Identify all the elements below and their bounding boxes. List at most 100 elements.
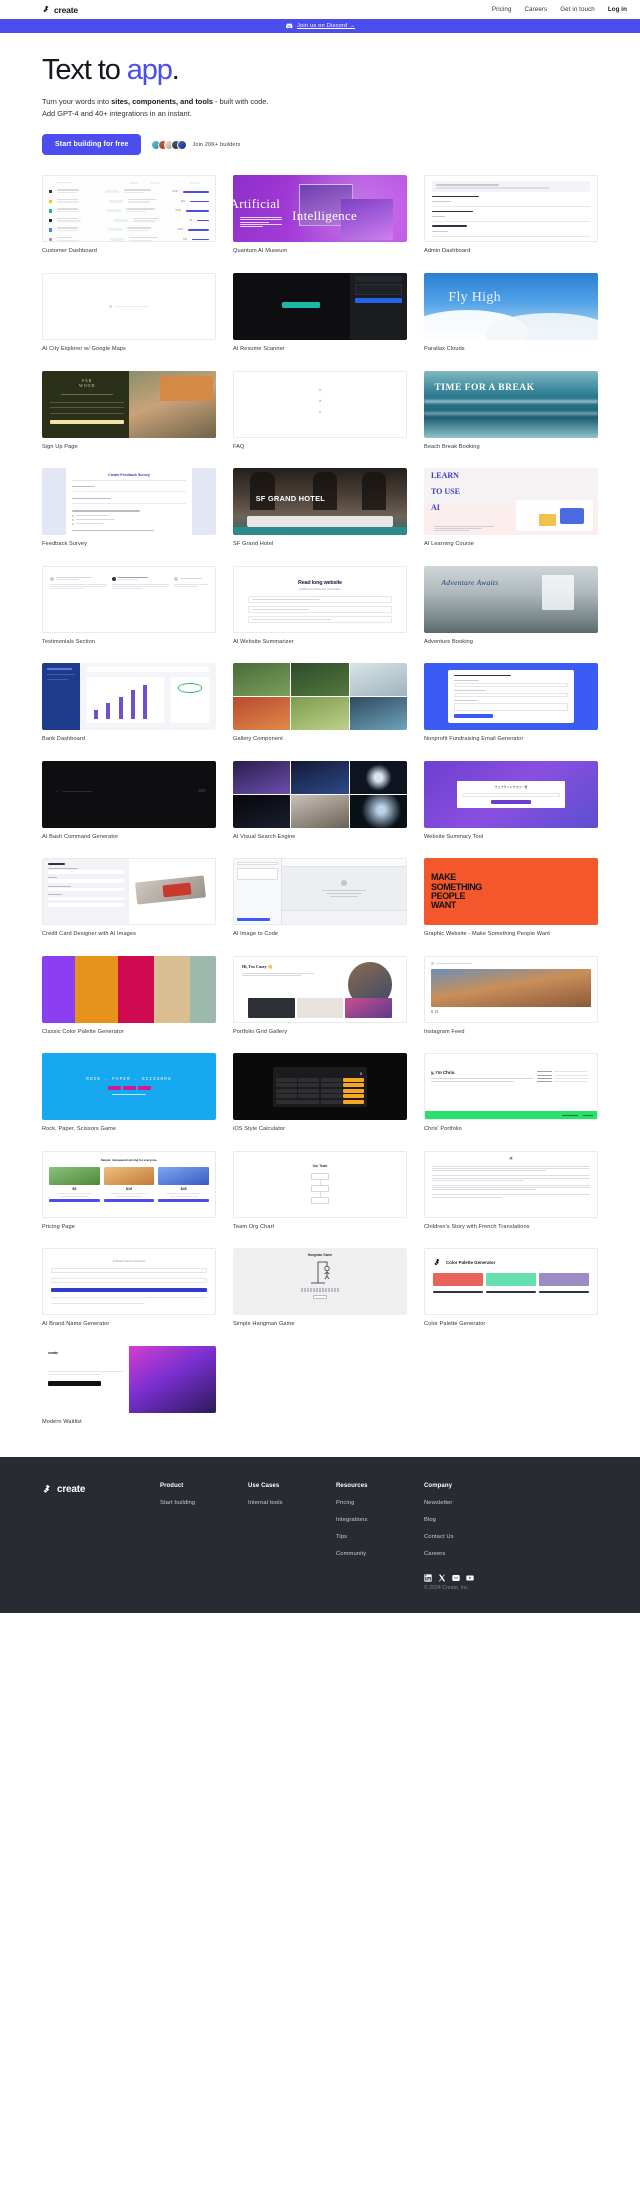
hero-subtitle: Turn your words into sites, components, … xyxy=(42,96,332,120)
card-thumbnail: create xyxy=(42,1345,216,1413)
gallery-card[interactable]: Hi, I'm Casey 👋 Portfolio Grid Gallery xyxy=(233,955,407,1037)
hero-subtitle-line2: Add GPT-4 and 40+ integrations in an ins… xyxy=(42,109,192,119)
thumb-art-color-palette-gen: Color Palette Generator xyxy=(425,1249,597,1315)
thumb-art-org-chart: Our Team xyxy=(234,1151,406,1217)
gallery-card[interactable]: Simple, transparent pricing for everyone… xyxy=(42,1150,216,1232)
footer-link-newsletter[interactable]: Newsletter xyxy=(424,1500,512,1506)
card-thumbnail: Fly High xyxy=(424,272,598,340)
gallery-card[interactable]: Bank Dashboard xyxy=(42,663,216,744)
gallery-card[interactable]: Classic Color Palette Generator xyxy=(42,955,216,1037)
gallery-card[interactable]: Testimonials Section xyxy=(42,565,216,647)
footer-copyright: © 2024 Create, Inc. xyxy=(424,1584,470,1591)
gallery-card[interactable]: FAQ xyxy=(233,370,407,452)
linkedin-icon[interactable] xyxy=(424,1569,432,1582)
footer-link-tips[interactable]: Tips xyxy=(336,1534,424,1540)
gallery-card[interactable]: ウェブサイトサマリー君 Website Summary Tool xyxy=(424,760,598,842)
thumb-text-palette-gen-title: Color Palette Generator xyxy=(446,1260,496,1266)
card-thumbnail: Artificial Intelligence xyxy=(233,175,407,243)
card-thumbnail: Hangman Game xyxy=(233,1248,407,1316)
gallery-card[interactable]: Gallery Component xyxy=(233,663,407,744)
card-label: Beach Break Booking xyxy=(424,443,480,450)
gallery-card[interactable]: ROCK . PAPER . SCISSORS Rock, Paper, Sci… xyxy=(42,1053,216,1134)
gallery-card[interactable]: ☀ Children's Story with French Translati… xyxy=(424,1150,598,1232)
nav-link-get-in-touch[interactable]: Get in touch xyxy=(560,6,595,13)
thumb-text-jp-title: ウェブサイトサマリー君 xyxy=(494,784,528,789)
avatar xyxy=(177,139,188,150)
gallery-card[interactable]: create Modern Waitlist xyxy=(42,1345,216,1427)
gallery-card[interactable]: Fly High Parallax Clouds xyxy=(424,272,598,354)
gallery-card[interactable]: 0 iOS Style Calculator xyxy=(233,1053,407,1134)
footer-link-internal-tools[interactable]: Internal tools xyxy=(248,1500,336,1506)
card-label: Credit Card Designer with AI Images xyxy=(42,931,136,938)
gallery-card[interactable]: Our Team Team Org Chart xyxy=(233,1150,407,1232)
gallery-card[interactable]: Artificial Intelligence Quantum AI Museu… xyxy=(233,175,407,256)
card-thumbnail: AI Brand Name Generator xyxy=(42,1248,216,1316)
gallery-card[interactable]: Nonprofit Fundraising Email Generator xyxy=(424,663,598,744)
card-label: iOS Style Calculator xyxy=(233,1126,286,1133)
thumb-text-hangman-title: Hangman Game xyxy=(307,1253,333,1258)
footer-link-integrations[interactable]: Integrations xyxy=(336,1517,424,1523)
card-thumbnail: y, I'm Chris. xyxy=(424,1053,598,1121)
gallery-card[interactable]: AI Brand Name Generator AI Brand Name Ge… xyxy=(42,1248,216,1329)
card-label: Customer Dashboard xyxy=(42,248,97,255)
brand-logo[interactable]: create xyxy=(42,5,78,15)
nav-link-pricing[interactable]: Pricing xyxy=(492,6,512,13)
card-thumbnail xyxy=(424,175,598,243)
thumb-text-price-2: $19 xyxy=(126,1186,132,1191)
footer-link-blog[interactable]: Blog xyxy=(424,1517,512,1523)
discord-announcement-label: Join us on Discord → xyxy=(296,23,356,29)
gallery-card[interactable]: SF GRAND HOTEL SF Grand Hotel xyxy=(233,468,407,549)
card-label: AI Website Summarizer xyxy=(233,638,294,645)
gallery-card[interactable]: MAKE SOMETHING PEOPLE WANT Graphic Websi… xyxy=(424,858,598,939)
thumb-text-intelligence: Intelligence xyxy=(292,207,358,223)
thumb-text-feedback-title: Create Feedback Survey xyxy=(72,473,186,482)
nav-link-login[interactable]: Log in xyxy=(608,6,627,13)
thumb-art-dark-scanner xyxy=(233,272,407,340)
footer-link-contact-us[interactable]: Contact Us xyxy=(424,1534,512,1540)
thumb-text-learn-1: LEARN xyxy=(430,470,459,480)
card-label: Simple Hangman Game xyxy=(233,1321,295,1328)
thumb-art-read-long-website: Read long website Quickly summarize any … xyxy=(234,566,406,632)
card-label: AI Visual Search Engine xyxy=(233,833,296,840)
footer-link-pricing[interactable]: Pricing xyxy=(336,1500,424,1506)
card-thumbnail xyxy=(42,858,216,926)
hero-title-accent: app xyxy=(126,54,173,86)
thumb-text-lines xyxy=(239,216,282,227)
thumb-art-terminal: >_ xyxy=(42,761,216,828)
gallery-card[interactable]: LEARN TO USE AI AI Learning Course xyxy=(424,468,598,549)
gallery-card[interactable]: Adventure Awaits Adventure Booking xyxy=(424,565,598,647)
gallery-card[interactable]: >_ AI Bash Command Generator xyxy=(42,760,216,842)
gallery-card[interactable]: Create Feedback Survey Feedback Survey xyxy=(42,468,216,549)
gallery-card[interactable]: Admin Dashboard xyxy=(424,175,598,256)
nav-link-careers[interactable]: Careers xyxy=(525,6,548,13)
gallery-card[interactable]: FAR WOOD Sign Up Page xyxy=(42,370,216,452)
card-thumbnail xyxy=(233,663,407,731)
discord-icon[interactable] xyxy=(452,1569,460,1581)
thumb-text-fly-high: Fly High xyxy=(448,290,501,306)
x-twitter-icon[interactable] xyxy=(438,1569,446,1581)
footer-link-community[interactable]: Community xyxy=(336,1551,424,1557)
thumb-art-faq-list xyxy=(234,371,406,437)
card-label: Admin Dashboard xyxy=(424,248,471,255)
thumb-text-read-long-sub: Quickly summarize any web content xyxy=(299,588,341,592)
gallery-card[interactable]: y, I'm Chris. Chris' Portfolio xyxy=(424,1053,598,1134)
gallery-card[interactable]: Hangman Game Simple Hangman Game xyxy=(233,1248,407,1329)
youtube-icon[interactable] xyxy=(466,1569,474,1581)
discord-announcement-bar[interactable]: Join us on Discord → xyxy=(0,19,640,33)
gallery-card[interactable]: Instagram Feed xyxy=(424,955,598,1037)
footer-link-start-building[interactable]: Start building xyxy=(160,1500,248,1506)
palette-brand-icon xyxy=(434,1259,440,1266)
gallery-card[interactable]: AI Resume Scanner xyxy=(233,272,407,354)
start-building-button[interactable]: Start building for free xyxy=(42,134,142,156)
gallery-card[interactable]: Read long website Quickly summarize any … xyxy=(233,565,407,647)
footer-brand[interactable]: create xyxy=(42,1483,160,1591)
hangman-gallows-icon xyxy=(311,1261,330,1284)
gallery-card[interactable]: AI Image to Code xyxy=(233,858,407,939)
gallery-card[interactable]: Color Palette Generator Color Palette Ge… xyxy=(424,1248,598,1329)
footer-link-careers[interactable]: Careers xyxy=(424,1551,512,1557)
gallery-card[interactable]: AI City Explorer w/ Google Maps xyxy=(42,272,216,354)
gallery-card[interactable]: 1000 900 1500 45 1200 700 850 72 Custome… xyxy=(42,175,216,256)
gallery-card[interactable]: Credit Card Designer with AI Images xyxy=(42,858,216,939)
gallery-card[interactable]: TIME FOR A BREAK Beach Break Booking xyxy=(424,370,598,452)
gallery-card[interactable]: AI Visual Search Engine xyxy=(233,760,407,842)
